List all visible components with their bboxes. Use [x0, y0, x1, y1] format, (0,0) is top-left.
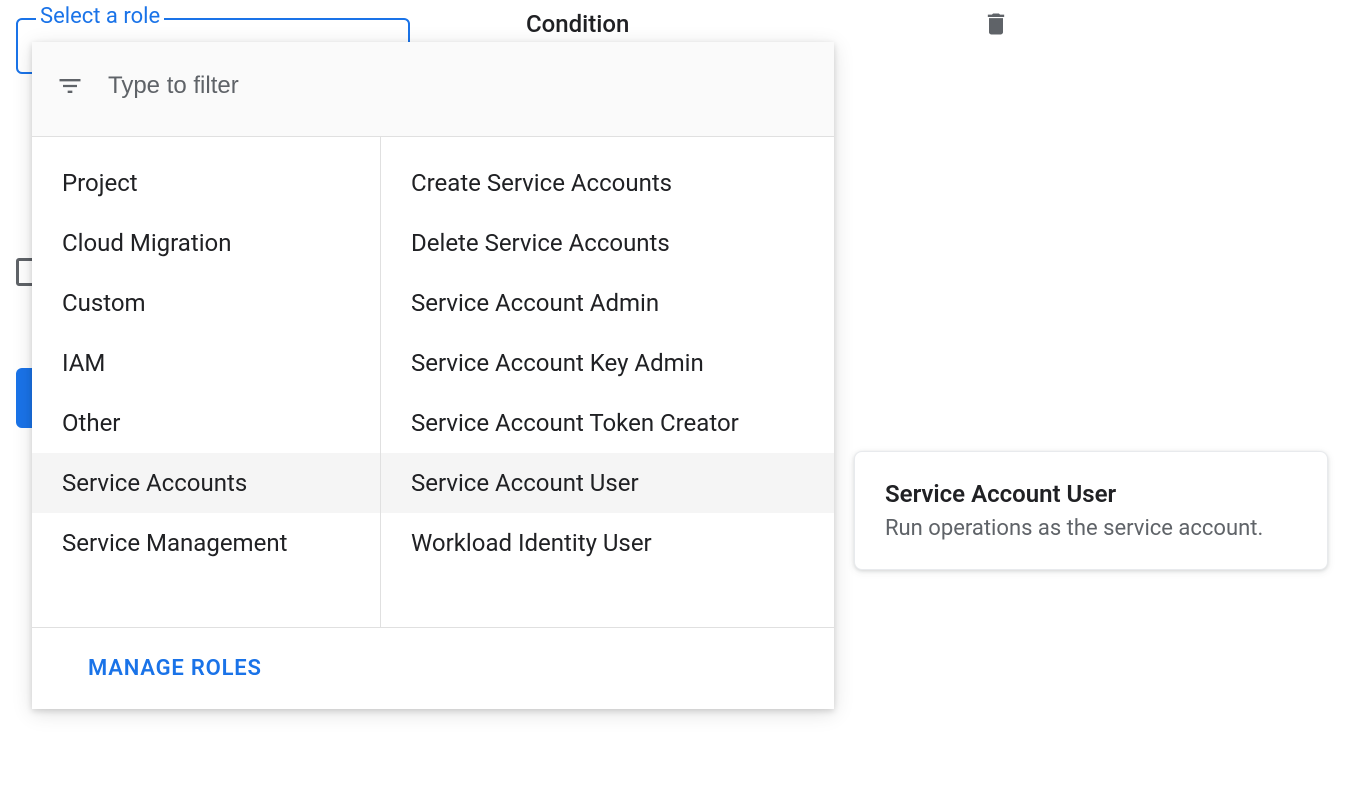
category-item[interactable]: Custom — [32, 273, 380, 333]
filter-bar — [32, 42, 834, 137]
category-item[interactable]: Cloud Migration — [32, 213, 380, 273]
delete-icon[interactable] — [982, 10, 1010, 42]
role-columns: ProjectCloud MigrationCustomIAMOtherServ… — [32, 137, 834, 627]
role-item[interactable]: Service Account Key Admin — [381, 333, 834, 393]
category-item[interactable]: IAM — [32, 333, 380, 393]
category-item[interactable]: Service Accounts — [32, 453, 380, 513]
category-item[interactable]: Project — [32, 153, 380, 213]
role-tooltip: Service Account User Run operations as t… — [854, 451, 1328, 570]
role-item[interactable]: Create Service Accounts — [381, 153, 834, 213]
tooltip-title: Service Account User — [885, 480, 1297, 508]
manage-roles-button[interactable]: MANAGE ROLES — [88, 656, 262, 681]
role-item[interactable]: Workload Identity User — [381, 513, 834, 573]
role-item[interactable]: Service Account User — [381, 453, 834, 513]
select-role-label: Select a role — [36, 4, 164, 29]
role-column: Create Service AccountsDelete Service Ac… — [381, 137, 834, 627]
role-item[interactable]: Delete Service Accounts — [381, 213, 834, 273]
filter-input[interactable] — [108, 72, 814, 100]
role-item[interactable]: Service Account Token Creator — [381, 393, 834, 453]
category-item[interactable]: Other — [32, 393, 380, 453]
filter-icon — [56, 72, 84, 100]
tooltip-description: Run operations as the service account. — [885, 516, 1297, 541]
category-item[interactable]: Service Management — [32, 513, 380, 573]
role-item[interactable]: Service Account Admin — [381, 273, 834, 333]
role-dropdown-panel: ProjectCloud MigrationCustomIAMOtherServ… — [32, 42, 834, 709]
dropdown-footer: MANAGE ROLES — [32, 627, 834, 709]
condition-label: Condition — [526, 10, 629, 38]
category-column: ProjectCloud MigrationCustomIAMOtherServ… — [32, 137, 381, 627]
